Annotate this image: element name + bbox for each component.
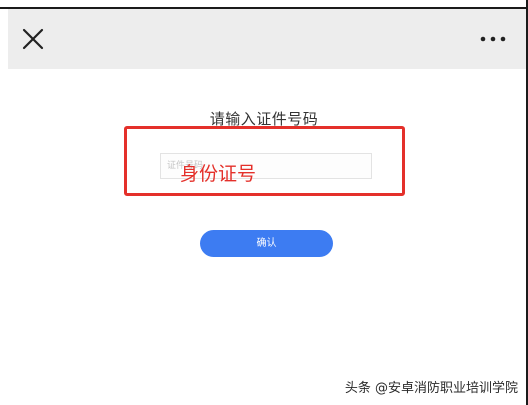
close-button[interactable] [21,27,45,51]
close-icon [22,28,44,50]
confirm-button[interactable]: 确认 [200,230,333,257]
annotation-highlight-box [124,126,405,196]
more-dots-icon [480,36,506,42]
top-bar [8,9,526,69]
watermark-text: 头条 @安卓消防职业培训学院 [344,381,518,396]
more-button[interactable] [480,31,506,47]
annotation-label: 身份证号 [180,163,257,185]
